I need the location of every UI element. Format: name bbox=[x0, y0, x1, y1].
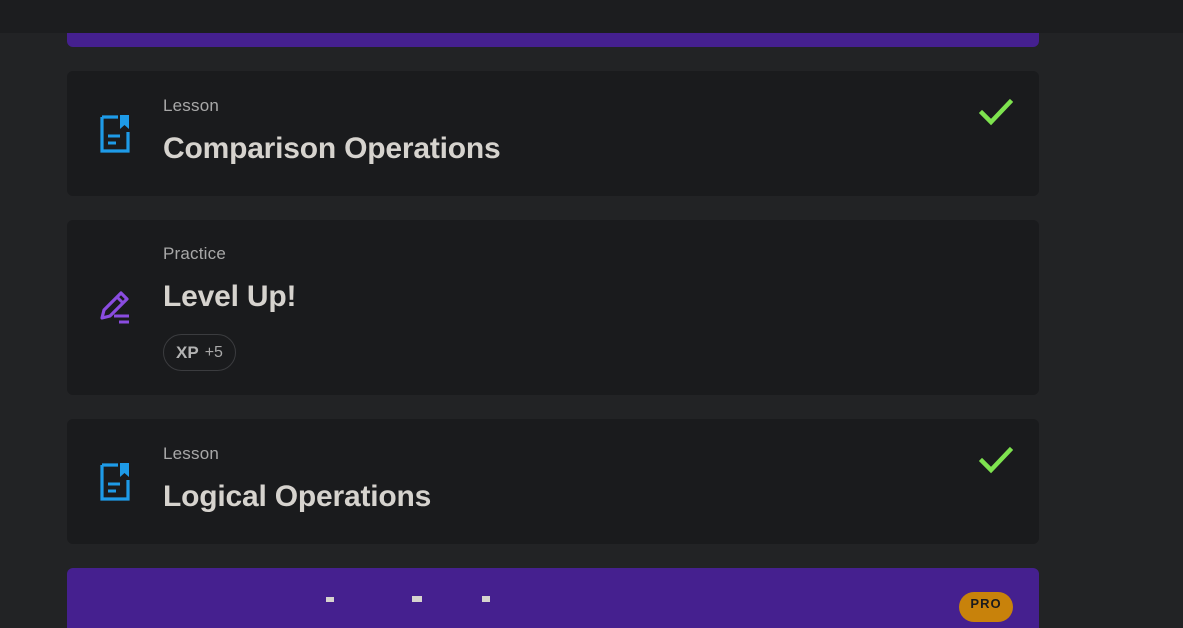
completed-check-icon bbox=[979, 98, 1013, 126]
pro-badge: PRO bbox=[959, 592, 1013, 622]
lesson-card-comparison-operations[interactable]: Lesson Comparison Operations bbox=[67, 71, 1039, 196]
top-bar bbox=[0, 0, 1183, 33]
previous-module-card[interactable] bbox=[67, 33, 1039, 47]
completed-check-icon bbox=[979, 446, 1013, 474]
lesson-document-icon bbox=[96, 460, 134, 504]
card-title[interactable]: Level Up! bbox=[163, 280, 296, 314]
card-title[interactable]: Logical Operations bbox=[163, 480, 431, 514]
card-kind-label: Practice bbox=[163, 244, 227, 263]
next-module-card[interactable]: PRO bbox=[67, 568, 1039, 628]
xp-label: XP bbox=[176, 342, 199, 362]
practice-pencil-icon bbox=[96, 284, 134, 328]
xp-badge: XP +5 bbox=[163, 334, 236, 371]
card-kind-label: Lesson bbox=[163, 96, 220, 115]
xp-value: +5 bbox=[204, 343, 223, 361]
practice-card-level-up[interactable]: Practice Level Up! XP +5 bbox=[67, 220, 1039, 395]
lesson-document-icon bbox=[96, 112, 134, 156]
module-title-partial bbox=[326, 596, 490, 602]
card-kind-label: Lesson bbox=[163, 444, 220, 463]
lesson-card-logical-operations[interactable]: Lesson Logical Operations bbox=[67, 419, 1039, 544]
card-title[interactable]: Comparison Operations bbox=[163, 132, 501, 166]
